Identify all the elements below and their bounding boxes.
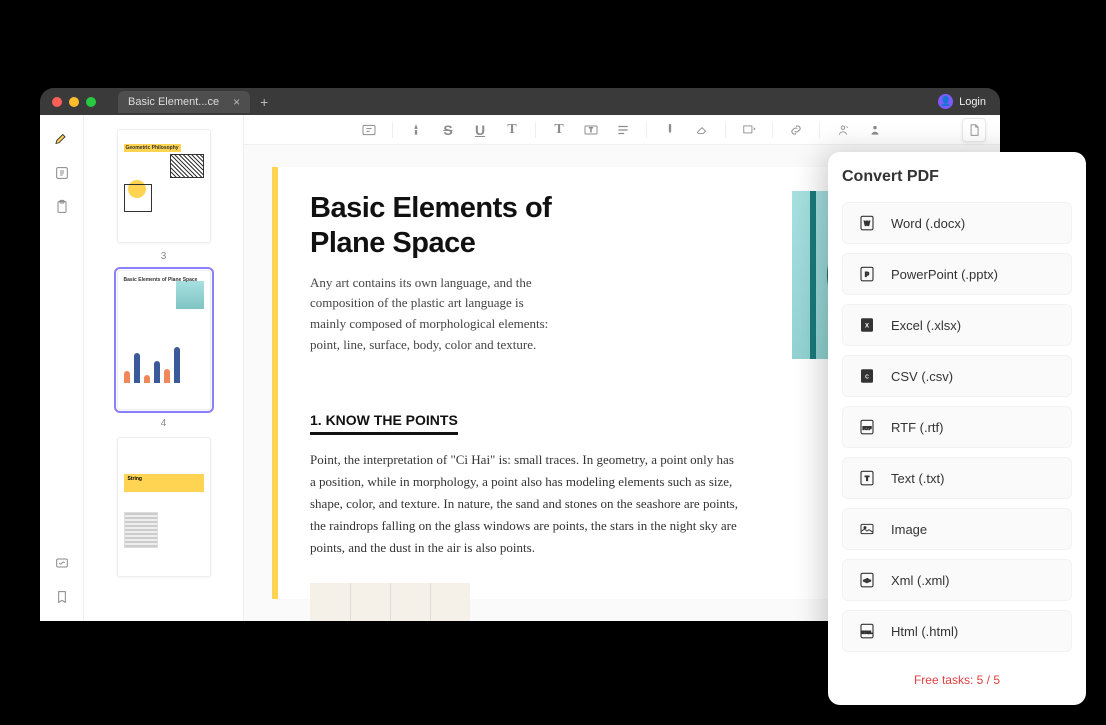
page-number-4: 4 (161, 418, 167, 429)
option-label: PowerPoint (.pptx) (891, 267, 998, 282)
text-file-icon: T (857, 468, 877, 488)
textbox-icon[interactable]: T (582, 121, 600, 139)
note-tool-icon[interactable] (360, 121, 378, 139)
maximize-window-button[interactable] (86, 97, 96, 107)
titlebar: Basic Element...ce × + 👤 Login (40, 88, 1000, 115)
thumb5-title: String (128, 476, 142, 482)
option-label: Xml (.xml) (891, 573, 950, 588)
svg-text:P: P (865, 272, 869, 278)
pen-tool-icon[interactable] (407, 121, 425, 139)
free-tasks-counter: Free tasks: 5 / 5 (842, 665, 1072, 695)
person-fill-icon[interactable] (866, 121, 884, 139)
highlighter-tool[interactable] (52, 129, 72, 149)
convert-panel-title: Convert PDF (842, 168, 1072, 186)
login-button[interactable]: 👤 Login (938, 94, 986, 109)
html-icon: HTML (857, 621, 877, 641)
rtf-icon: RTF (857, 417, 877, 437)
svg-text:T: T (589, 128, 593, 134)
minimize-window-button[interactable] (69, 97, 79, 107)
convert-option-excel[interactable]: X Excel (.xlsx) (842, 304, 1072, 346)
convert-pdf-panel: Convert PDF W Word (.docx) P PowerPoint … (828, 152, 1086, 705)
option-label: Image (891, 522, 927, 537)
page-number-3: 3 (161, 251, 167, 262)
convert-option-text[interactable]: T Text (.txt) (842, 457, 1072, 499)
thumbnail-panel: Geometric Philosophy 3 Basic Elements of… (84, 115, 244, 621)
link-icon[interactable] (787, 121, 805, 139)
image-icon (857, 519, 877, 539)
powerpoint-icon: P (857, 264, 877, 284)
shape-icon[interactable] (740, 121, 758, 139)
option-label: CSV (.csv) (891, 369, 953, 384)
svg-text:X: X (865, 323, 869, 329)
document-action-button[interactable] (962, 118, 986, 142)
bookmark-tool[interactable] (52, 587, 72, 607)
thumbnail-page-4[interactable]: Basic Elements of Plane Space (117, 270, 211, 410)
excel-icon: X (857, 315, 877, 335)
svg-text:W: W (864, 221, 870, 227)
left-sidebar (40, 115, 84, 621)
add-tab-button[interactable]: + (260, 94, 268, 110)
csv-icon: C (857, 366, 877, 386)
underline-icon[interactable]: U (471, 121, 489, 139)
intro-text: Any art contains its own language, and t… (310, 273, 550, 356)
section-2-image (310, 583, 470, 621)
word-icon: W (857, 213, 877, 233)
convert-option-html[interactable]: HTML Html (.html) (842, 610, 1072, 652)
text-icon[interactable]: T (503, 121, 521, 139)
thumbnail-page-3[interactable]: Geometric Philosophy (117, 129, 211, 243)
convert-option-word[interactable]: W Word (.docx) (842, 202, 1072, 244)
heading-know-the-points: 1. KNOW THE POINTS (310, 412, 458, 435)
align-icon[interactable] (614, 121, 632, 139)
thumbnail-page-5[interactable]: String (117, 437, 211, 577)
svg-text:T: T (865, 475, 870, 482)
text-color-icon[interactable]: T (550, 121, 568, 139)
avatar-icon: 👤 (938, 94, 953, 109)
close-window-button[interactable] (52, 97, 62, 107)
tab-title: Basic Element...ce (128, 96, 219, 108)
document-tab[interactable]: Basic Element...ce × (118, 91, 250, 113)
toolbar: S U T T T (244, 115, 1000, 145)
close-tab-button[interactable]: × (233, 95, 240, 109)
paragraph-1: Point, the interpretation of "Ci Hai" is… (310, 449, 740, 559)
option-label: Text (.txt) (891, 471, 944, 486)
svg-text:</>: </> (863, 578, 871, 584)
svg-text:HTML: HTML (862, 630, 873, 634)
highlight-icon[interactable] (661, 121, 679, 139)
option-label: Word (.docx) (891, 216, 965, 231)
svg-text:C: C (865, 374, 869, 380)
strikethrough-icon[interactable]: S (439, 121, 457, 139)
login-label: Login (959, 96, 986, 108)
convert-option-rtf[interactable]: RTF RTF (.rtf) (842, 406, 1072, 448)
thumb3-title: Geometric Philosophy (124, 144, 181, 152)
convert-option-powerpoint[interactable]: P PowerPoint (.pptx) (842, 253, 1072, 295)
eraser-icon[interactable] (693, 121, 711, 139)
signature-tool[interactable] (52, 553, 72, 573)
thumb4-title: Basic Elements of Plane Space (124, 277, 204, 283)
svg-text:RTF: RTF (863, 425, 872, 430)
option-label: Excel (.xlsx) (891, 318, 961, 333)
clipboard-tool[interactable] (52, 197, 72, 217)
convert-option-image[interactable]: Image (842, 508, 1072, 550)
text-tool[interactable] (52, 163, 72, 183)
xml-icon: </> (857, 570, 877, 590)
convert-option-csv[interactable]: C CSV (.csv) (842, 355, 1072, 397)
option-label: Html (.html) (891, 624, 958, 639)
person-icon[interactable] (834, 121, 852, 139)
window-controls (52, 97, 96, 107)
convert-option-xml[interactable]: </> Xml (.xml) (842, 559, 1072, 601)
option-label: RTF (.rtf) (891, 420, 943, 435)
